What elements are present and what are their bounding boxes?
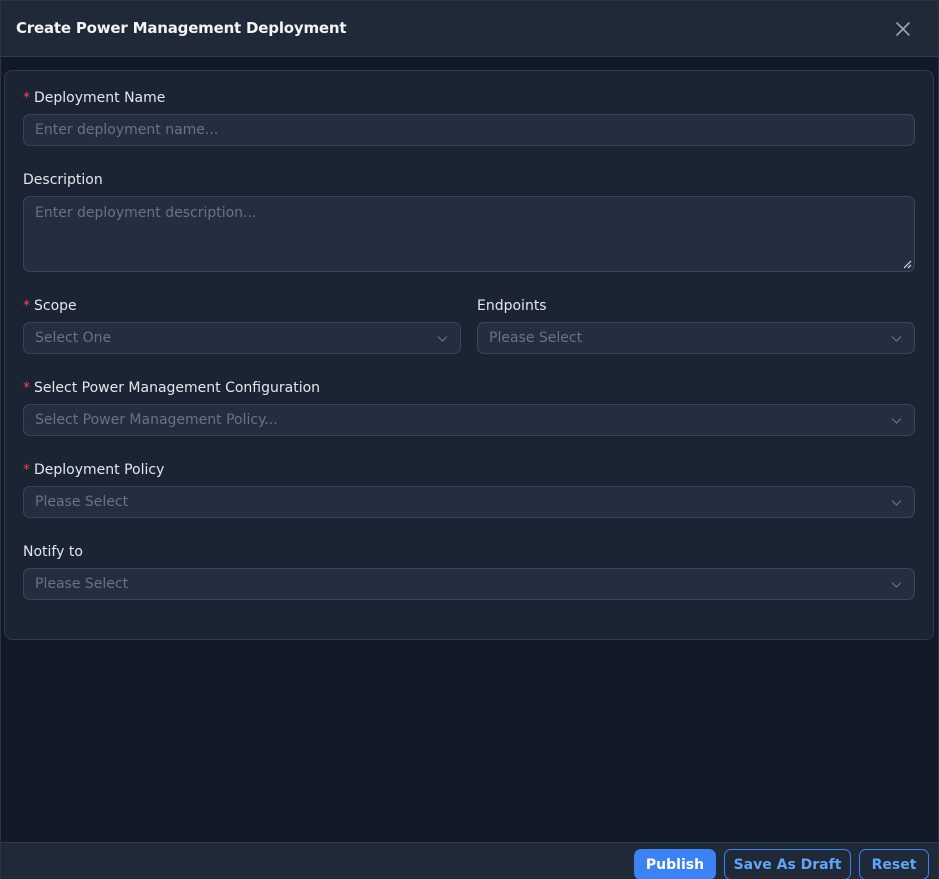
chevron-down-icon [891,418,902,424]
chevron-down-icon [891,500,902,506]
endpoints-select[interactable]: Please Select [477,322,915,354]
notify-to-select[interactable]: Please Select [23,568,915,600]
deployment-policy-label: * Deployment Policy [23,462,164,478]
deployment-form: * Deployment Name Enter deployment name..… [4,70,934,640]
save-as-draft-button[interactable]: Save As Draft [724,849,851,879]
power-config-placeholder: Select Power Management Policy... [35,412,278,428]
dialog-title: Create Power Management Deployment [16,19,347,37]
chevron-down-icon [891,582,902,588]
deployment-policy-placeholder: Please Select [35,494,129,510]
dialog-footer: Publish Save As Draft Reset [1,842,938,879]
resize-handle-icon[interactable] [902,259,912,269]
deployment-name-placeholder: Enter deployment name... [35,122,219,138]
dialog-header: Create Power Management Deployment [1,1,938,57]
deployment-name-input[interactable]: Enter deployment name... [23,114,915,146]
required-mark: * [23,90,30,106]
close-icon [896,22,910,36]
power-config-select[interactable]: Select Power Management Policy... [23,404,915,436]
power-config-label-text: Select Power Management Configuration [34,380,321,396]
endpoints-placeholder: Please Select [489,330,583,346]
required-mark: * [23,298,30,314]
scope-label-text: Scope [34,298,77,314]
power-config-label: * Select Power Management Configuration [23,380,320,396]
description-label: Description [23,172,103,188]
deployment-name-label: * Deployment Name [23,90,165,106]
deployment-name-label-text: Deployment Name [34,90,166,106]
deployment-policy-select[interactable]: Please Select [23,486,915,518]
scope-select[interactable]: Select One [23,322,461,354]
deployment-policy-label-text: Deployment Policy [34,462,165,478]
publish-button[interactable]: Publish [634,849,716,879]
description-placeholder: Enter deployment description... [35,205,257,221]
close-button[interactable] [893,19,913,39]
endpoints-label: Endpoints [477,298,547,314]
description-textarea[interactable]: Enter deployment description... [23,196,915,272]
notify-to-placeholder: Please Select [35,576,129,592]
required-mark: * [23,380,30,396]
reset-button[interactable]: Reset [859,849,929,879]
required-mark: * [23,462,30,478]
chevron-down-icon [437,336,448,342]
scope-placeholder: Select One [35,330,112,346]
create-deployment-dialog: Create Power Management Deployment * Depl… [0,0,939,879]
chevron-down-icon [891,336,902,342]
scope-label: * Scope [23,298,77,314]
notify-to-label: Notify to [23,544,83,560]
